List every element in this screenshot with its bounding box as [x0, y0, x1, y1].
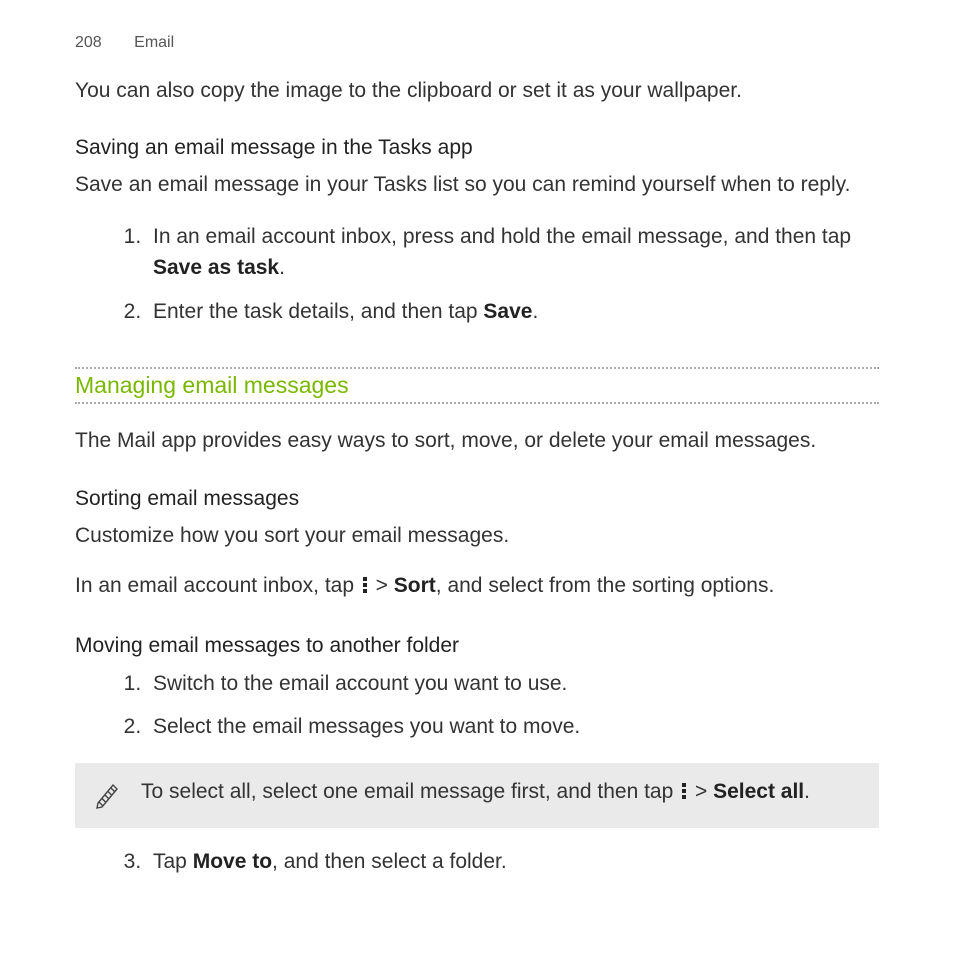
- intro-paragraph: You can also copy the image to the clipb…: [75, 76, 879, 106]
- managing-desc: The Mail app provides easy ways to sort,…: [75, 426, 879, 456]
- sort-heading: Sorting email messages: [75, 487, 879, 511]
- select-all-label: Select all: [713, 780, 804, 803]
- text: >: [689, 780, 713, 803]
- tasks-heading: Saving an email message in the Tasks app: [75, 136, 879, 160]
- tasks-steps: In an email account inbox, press and hol…: [75, 221, 879, 328]
- overflow-menu-icon: [362, 573, 368, 603]
- text: To select all, select one email message …: [141, 780, 679, 803]
- move-steps: Switch to the email account you want to …: [75, 668, 879, 743]
- tasks-step-1: In an email account inbox, press and hol…: [147, 221, 879, 284]
- save-label: Save: [483, 300, 532, 323]
- move-steps-cont: Tap Move to, and then select a folder.: [75, 846, 879, 878]
- sort-instruction: In an email account inbox, tap > Sort, a…: [75, 571, 879, 603]
- page-number: 208: [75, 34, 102, 51]
- text: .: [279, 256, 285, 279]
- sort-desc: Customize how you sort your email messag…: [75, 521, 879, 551]
- text: , and then select a folder.: [272, 850, 507, 873]
- page-header: 208 Email: [75, 34, 879, 52]
- move-step-2: Select the email messages you want to mo…: [147, 711, 879, 743]
- text: >: [370, 574, 394, 597]
- text: In an email account inbox, tap: [75, 574, 360, 597]
- save-as-task-label: Save as task: [153, 256, 279, 279]
- manual-page: 208 Email You can also copy the image to…: [0, 0, 954, 957]
- managing-heading: Managing email messages: [75, 367, 879, 404]
- sort-label: Sort: [394, 574, 436, 597]
- tasks-desc: Save an email message in your Tasks list…: [75, 170, 879, 200]
- tasks-step-2: Enter the task details, and then tap Sav…: [147, 296, 879, 328]
- text: .: [532, 300, 538, 323]
- text: Enter the task details, and then tap: [153, 300, 483, 323]
- move-step-3: Tap Move to, and then select a folder.: [147, 846, 879, 878]
- pencil-icon: [93, 777, 125, 814]
- text: , and select from the sorting options.: [436, 574, 775, 597]
- note-box: To select all, select one email message …: [75, 763, 879, 828]
- note-text: To select all, select one email message …: [141, 777, 861, 809]
- overflow-menu-icon: [681, 779, 687, 809]
- move-heading: Moving email messages to another folder: [75, 634, 879, 658]
- move-step-1: Switch to the email account you want to …: [147, 668, 879, 700]
- header-section: Email: [134, 34, 174, 51]
- text: .: [804, 780, 810, 803]
- move-to-label: Move to: [193, 850, 272, 873]
- text: In an email account inbox, press and hol…: [153, 225, 851, 248]
- text: Tap: [153, 850, 193, 873]
